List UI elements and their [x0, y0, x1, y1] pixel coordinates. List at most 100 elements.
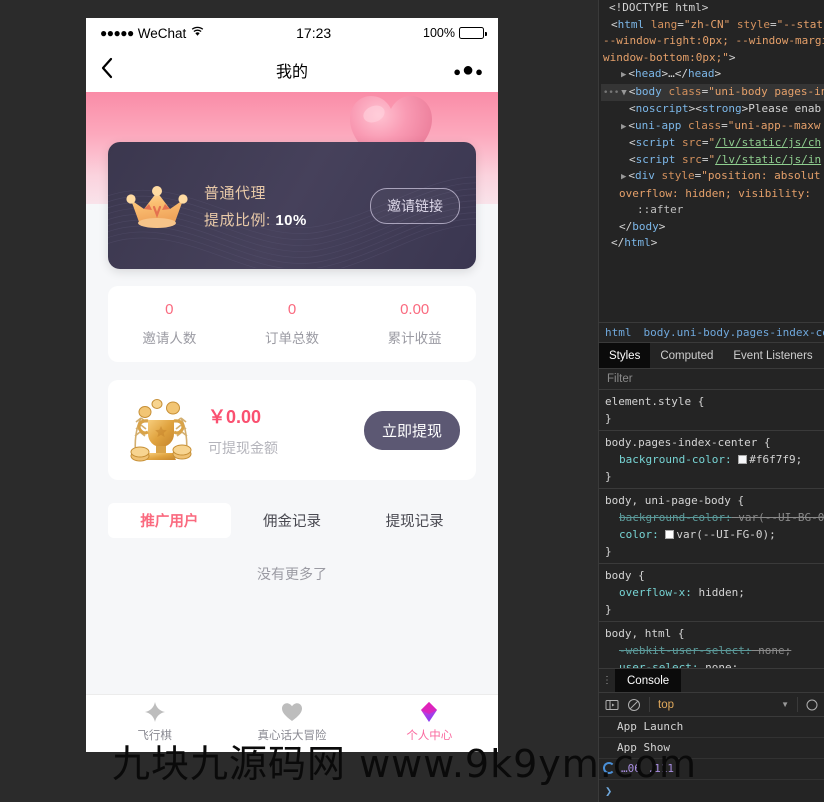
tabbar-label: 飞行棋 [137, 727, 172, 743]
record-tabs: 推广用户 佣金记录 提现记录 [108, 503, 476, 538]
css-value: none; [758, 644, 791, 657]
css-property: -webkit-user-select: [605, 642, 751, 659]
dom-line[interactable]: ▶<uni-app class="uni-app--maxw [601, 118, 824, 136]
console-context-selector[interactable]: top [658, 699, 674, 711]
crown-icon [124, 180, 190, 232]
stat-order-total[interactable]: 0 订单总数 [231, 301, 354, 347]
tab-computed[interactable]: Computed [650, 343, 723, 368]
nav-bar: 我的 ●●● [86, 48, 498, 92]
tabbar-item-flight-chess[interactable]: 飞行棋 [86, 700, 223, 743]
console-message-vue[interactable]: …06 .111 [599, 759, 824, 780]
dom-line[interactable]: <html lang="zh-CN" style="--stat [601, 17, 824, 34]
css-declaration[interactable]: overflow-x: hidden; [605, 584, 818, 601]
tab-styles[interactable]: Styles [599, 343, 650, 368]
invite-link-button[interactable]: 邀请链接 [370, 188, 460, 224]
css-rule-uni-page-body[interactable]: body, uni-page-body { background-color: … [599, 489, 824, 564]
tabbar-label: 个人中心 [406, 727, 452, 743]
css-declaration-overridden[interactable]: -webkit-user-select: none; [605, 642, 818, 659]
dom-line[interactable]: </html> [601, 235, 824, 252]
stat-label: 邀请人数 [108, 327, 231, 347]
chevron-left-icon[interactable] [100, 57, 140, 83]
agent-info: 普通代理 提成比例: 10% [204, 182, 307, 230]
agent-rate-value: 10% [275, 212, 307, 229]
css-value: hidden; [698, 586, 744, 599]
css-declaration[interactable]: user-select: none; [605, 659, 818, 668]
tab-commission-records[interactable]: 佣金记录 [231, 503, 354, 538]
withdrawable-label: 可提现金额 [208, 438, 278, 458]
dom-line[interactable]: overflow: hidden; visibility: [601, 186, 824, 203]
heart-icon [280, 700, 304, 724]
css-rule-body-html[interactable]: body, html { -webkit-user-select: none; … [599, 622, 824, 668]
color-swatch[interactable] [665, 530, 674, 539]
tab-withdraw-records[interactable]: 提现记录 [353, 503, 476, 538]
breadcrumb-item-body[interactable]: body.uni-body.pages-index-cente [638, 326, 824, 339]
css-rule-pages-index-center[interactable]: body.pages-index-center { background-col… [599, 431, 824, 489]
trophy-coins-icon [124, 394, 198, 466]
css-declaration[interactable]: color: var(--UI-FG-0); [605, 526, 818, 543]
tabbar-item-profile[interactable]: 个人中心 [361, 700, 498, 743]
css-selector: body.pages-index-center { [605, 434, 818, 451]
dom-line[interactable]: ::after [601, 202, 824, 219]
drawer-tab-console[interactable]: Console [615, 669, 681, 692]
dom-line[interactable]: <script src="/lv/static/js/in [601, 152, 824, 169]
clear-console-icon[interactable] [627, 698, 641, 712]
css-value: var(--UI-BG-0 [738, 511, 824, 524]
status-bar: ●●●●● WeChat 17:23 100% [86, 18, 498, 48]
stat-invited-count[interactable]: 0 邀请人数 [108, 301, 231, 347]
tabbar-label: 真心话大冒险 [257, 727, 326, 743]
color-swatch[interactable] [738, 455, 747, 464]
css-rule-body[interactable]: body { overflow-x: hidden; } [599, 564, 824, 622]
withdraw-card: ￥0.00 可提现金额 立即提现 [108, 380, 476, 480]
chevron-right-icon[interactable]: ❯ [599, 780, 824, 802]
agent-level-label: 普通代理 [204, 182, 307, 203]
console-settings-icon[interactable] [806, 699, 818, 711]
css-declaration[interactable]: background-color: #f6f7f9; [605, 451, 818, 468]
css-declaration-overridden[interactable]: background-color: var(--UI-BG-0 [605, 509, 818, 526]
empty-state-text: 没有更多了 [86, 564, 498, 584]
status-bar-right: 100% [423, 26, 484, 40]
css-close-brace: } [605, 543, 818, 560]
css-selector: body, uni-page-body { [605, 492, 818, 509]
tab-promoted-users[interactable]: 推广用户 [108, 503, 231, 538]
dom-line-selected[interactable]: •••▼<body class="uni-body pages-in [601, 84, 824, 102]
css-selector: body { [605, 567, 818, 584]
chevron-down-icon[interactable]: ▼ [781, 700, 789, 709]
dom-line[interactable]: <script src="/lv/static/js/ch [601, 135, 824, 152]
stat-total-earnings[interactable]: 0.00 累计收益 [353, 301, 476, 347]
stats-card: 0 邀请人数 0 订单总数 0.00 累计收益 [108, 286, 476, 362]
tabbar-item-truth-or-dare[interactable]: 真心话大冒险 [223, 700, 360, 743]
breadcrumb-item-html[interactable]: html [599, 326, 638, 339]
dom-line[interactable]: ▶<div style="position: absolut [601, 168, 824, 186]
status-bar-left: ●●●●● WeChat [100, 26, 204, 41]
dom-line[interactable]: </body> [601, 219, 824, 236]
dom-line[interactable]: window-bottom:0px;"> [601, 50, 824, 67]
styles-filter-input[interactable]: Filter [599, 368, 824, 390]
css-value: var(--UI-FG-0); [676, 528, 775, 541]
css-rule-element-style[interactable]: element.style { } [599, 390, 824, 431]
dom-line[interactable]: <!DOCTYPE html> [601, 0, 824, 17]
battery-full-icon [459, 27, 484, 39]
signal-dots-icon: ●●●●● [100, 26, 134, 40]
agent-rate: 提成比例: 10% [204, 209, 307, 230]
console-message[interactable]: App Launch [599, 717, 824, 738]
css-property: color: [605, 526, 659, 543]
console-message[interactable]: App Show [599, 738, 824, 759]
console-messages: App Launch App Show …06 .111 ❯ [599, 717, 824, 802]
dom-line[interactable]: ▶<head>…</head> [601, 66, 824, 84]
css-selector: element.style { [605, 393, 818, 410]
stat-label: 累计收益 [353, 327, 476, 347]
elements-tree: <!DOCTYPE html> <html lang="zh-CN" style… [599, 0, 824, 322]
withdraw-now-button[interactable]: 立即提现 [364, 411, 460, 450]
console-sidebar-icon[interactable] [605, 698, 619, 712]
tab-event-listeners[interactable]: Event Listeners [723, 343, 822, 368]
drag-grip-icon[interactable]: ⋮ [599, 669, 615, 692]
css-value: #f6f7f9; [749, 453, 802, 466]
more-horizontal-icon[interactable]: ●●● [453, 60, 484, 80]
screen-root: ●●●●● WeChat 17:23 100% 我的 ●●● [0, 0, 824, 802]
withdraw-info: ￥0.00 可提现金额 [208, 403, 278, 458]
dom-line[interactable]: <noscript><strong>Please enab [601, 101, 824, 118]
dom-line[interactable]: --window-right:0px; --window-margi [601, 33, 824, 50]
css-property: background-color: [605, 451, 732, 468]
battery-percent-label: 100% [423, 26, 455, 40]
console-toolbar: top ▼ [599, 692, 824, 717]
